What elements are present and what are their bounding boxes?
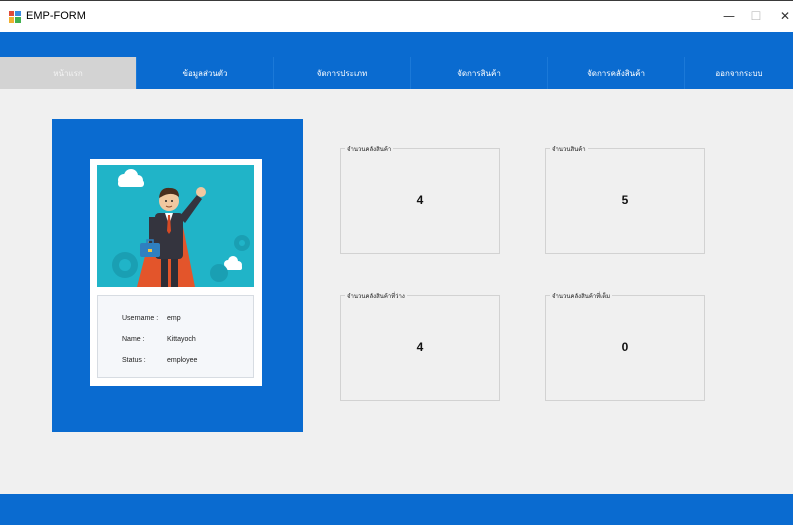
stat-value: 4 [416,340,424,354]
name-row: Name : Kittayoch [122,336,196,343]
profile-card: Username : emp Name : Kittayoch Status :… [90,159,262,386]
stat-value: 4 [416,193,424,207]
title-bar: EMP-FORM — ☐ ✕ [0,0,793,32]
nav-item-label: หน้าแรก [53,68,83,78]
profile-avatar [97,165,254,287]
stat-product-count: จำนวนสินค้า 5 [545,144,705,254]
nav-item-logout[interactable]: ออกจากระบบ [685,57,793,89]
stat-value: 5 [621,193,629,207]
nav-item-label: จัดการคลังสินค้า [587,68,645,78]
nav-item-label: ข้อมูลส่วนตัว [182,68,228,78]
nav-item-manage-product[interactable]: จัดการสินค้า [411,57,548,89]
stat-value: 0 [621,340,629,354]
nav-item-home[interactable]: หน้าแรก [0,57,137,89]
nav-item-label: จัดการสินค้า [457,68,501,78]
window-title: EMP-FORM [26,10,86,22]
stat-label: จำนวนคลังสินค้า [345,144,394,154]
footer-band [0,494,793,525]
header-band [0,32,793,57]
nav-item-manage-category[interactable]: จัดการประเภท [274,57,411,89]
profile-panel: Username : emp Name : Kittayoch Status :… [52,119,303,432]
username-row: Username : emp [122,315,181,322]
app-icon [9,11,21,23]
stat-label: จำนวนคลังสินค้าที่ว่าง [345,291,407,301]
stat-label: จำนวนคลังสินค้าที่เต็ม [550,291,613,301]
profile-info: Username : emp Name : Kittayoch Status :… [97,295,254,378]
status-row: Status : employee [122,357,197,364]
close-button[interactable]: ✕ [775,8,793,24]
nav-item-profile[interactable]: ข้อมูลส่วนตัว [137,57,274,89]
superhero-illustration [97,165,254,287]
minimize-button[interactable]: — [719,8,739,24]
status-label: Status : [122,357,146,364]
nav-item-label: ออกจากระบบ [715,68,763,78]
stat-label: จำนวนสินค้า [550,144,588,154]
nav-bar: หน้าแรก ข้อมูลส่วนตัว จัดการประเภท จัดกา… [0,57,793,89]
nav-item-manage-warehouse[interactable]: จัดการคลังสินค้า [548,57,685,89]
nav-item-label: จัดการประเภท [316,68,368,78]
status-value: employee [167,357,198,364]
stat-warehouse-count: จำนวนคลังสินค้า 4 [340,144,500,254]
username-value: emp [167,315,181,322]
maximize-button[interactable]: ☐ [746,8,766,24]
main-content: Username : emp Name : Kittayoch Status :… [0,89,793,494]
stat-full-warehouse-count: จำนวนคลังสินค้าที่เต็ม 0 [545,291,705,401]
name-value: Kittayoch [167,336,196,343]
stat-empty-warehouse-count: จำนวนคลังสินค้าที่ว่าง 4 [340,291,500,401]
name-label: Name : [122,336,145,343]
username-label: Username : [122,315,159,322]
